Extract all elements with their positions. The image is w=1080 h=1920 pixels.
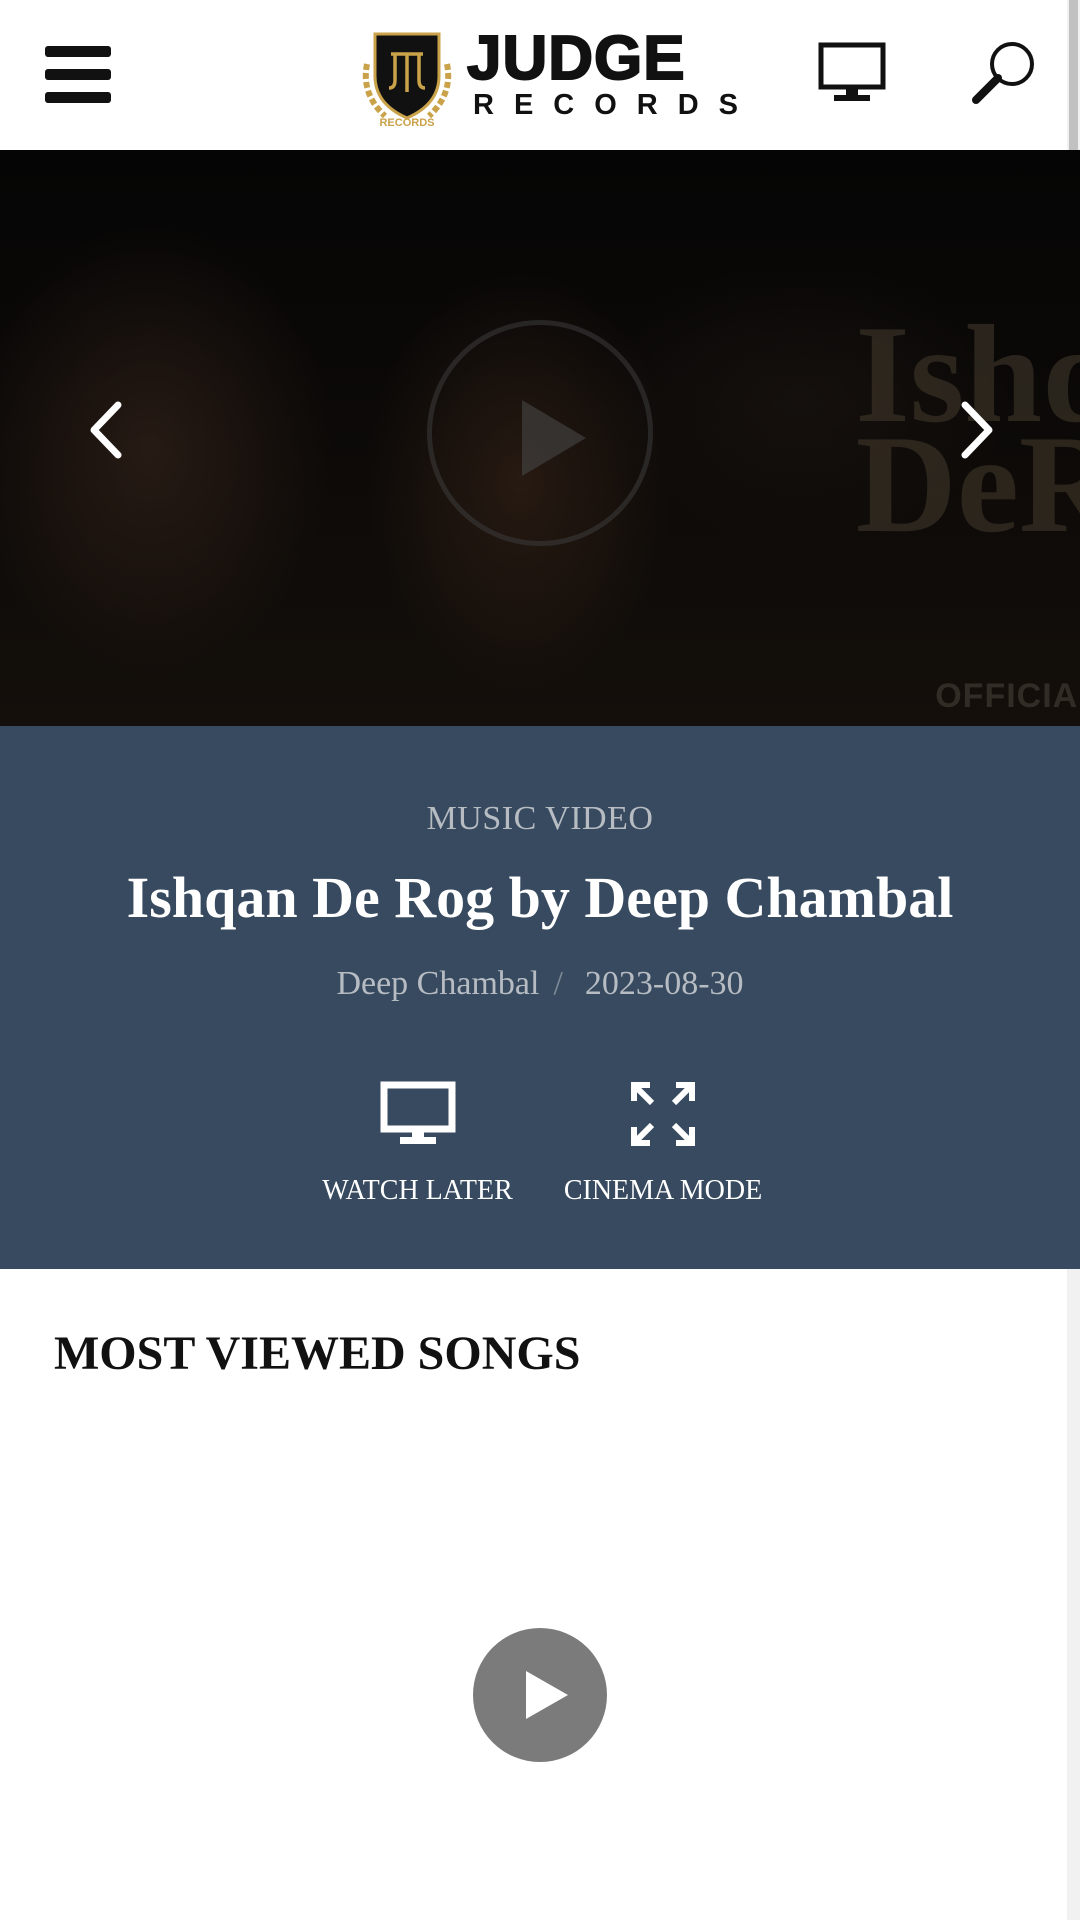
menu-bar bbox=[45, 46, 111, 57]
watch-later-label: WATCH LATER bbox=[322, 1175, 513, 1206]
slider-next-button[interactable] bbox=[945, 395, 1005, 465]
chevron-left-icon bbox=[90, 401, 122, 459]
tv-monitor-icon bbox=[380, 1081, 455, 1144]
play-icon bbox=[522, 400, 586, 476]
search-button[interactable] bbox=[970, 38, 1038, 106]
watch-later-header-button[interactable] bbox=[818, 42, 886, 104]
play-icon bbox=[526, 1671, 568, 1719]
site-logo[interactable]: RECORDS JUDGE RECORDS bbox=[355, 24, 738, 129]
publish-date: 2023-08-30 bbox=[584, 965, 744, 1002]
logo-emblem-text: RECORDS bbox=[379, 117, 434, 128]
menu-bar bbox=[45, 69, 111, 80]
video-meta: Deep Chambal / 2023-08-30 bbox=[0, 964, 1080, 1004]
artist-link[interactable]: Deep Chambal bbox=[336, 965, 539, 1002]
video-info-panel: MUSIC VIDEO Ishqan De Rog by Deep Chamba… bbox=[0, 726, 1080, 1269]
cinema-mode-label: CINEMA MODE bbox=[563, 1175, 763, 1206]
chevron-right-icon bbox=[961, 401, 993, 459]
video-hero[interactable]: Ishq DeR OFFICIAL bbox=[0, 150, 1080, 726]
most-viewed-heading: MOST VIEWED SONGS bbox=[54, 1327, 581, 1380]
hero-play-button[interactable] bbox=[427, 320, 653, 546]
video-title: Ishqan De Rog by Deep Chambal bbox=[126, 865, 954, 930]
menu-button[interactable] bbox=[45, 46, 111, 104]
tv-monitor-icon bbox=[818, 42, 886, 101]
meta-separator: / bbox=[553, 965, 563, 1002]
slider-prev-button[interactable] bbox=[78, 395, 138, 465]
hero-overlay-official: OFFICIAL bbox=[935, 677, 1080, 715]
logo-emblem-icon: RECORDS bbox=[362, 32, 452, 129]
menu-bar bbox=[45, 92, 111, 103]
video-category: MUSIC VIDEO bbox=[426, 800, 654, 837]
logo-wordmark: JUDGE bbox=[466, 24, 686, 93]
most-viewed-play-button[interactable] bbox=[473, 1628, 607, 1762]
expand-icon bbox=[631, 1082, 695, 1146]
cinema-mode-button[interactable]: CINEMA MODE bbox=[553, 1081, 773, 1211]
site-header: RECORDS JUDGE RECORDS bbox=[0, 0, 1067, 150]
watch-later-button[interactable]: WATCH LATER bbox=[310, 1081, 525, 1211]
search-icon bbox=[972, 42, 1034, 104]
logo-subtitle: RECORDS bbox=[473, 89, 759, 121]
